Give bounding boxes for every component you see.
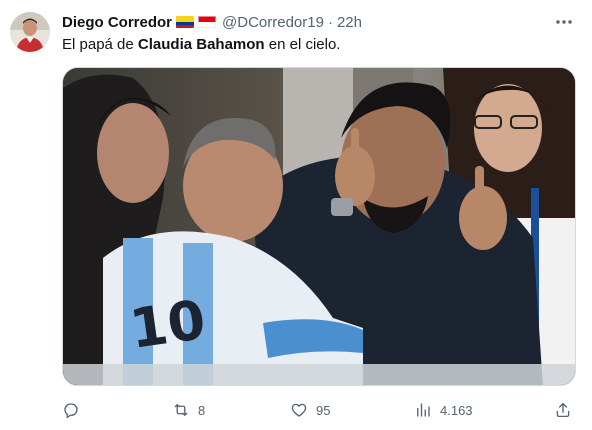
tweet-text-end: en el cielo. bbox=[264, 36, 341, 53]
action-bar: 8 95 4.163 bbox=[62, 398, 576, 422]
photo-football-fans-in-stands: 10 bbox=[63, 68, 575, 385]
retweet-count: 8 bbox=[198, 402, 206, 418]
author-handle[interactable]: @DCorredor19 bbox=[222, 14, 324, 31]
more-options-button[interactable] bbox=[554, 12, 574, 32]
views-icon bbox=[417, 403, 430, 417]
tweet-text-mention: Claudia Bahamon bbox=[137, 36, 265, 53]
like-count: 95 bbox=[316, 402, 331, 418]
tweet-photo[interactable]: 10 bbox=[62, 67, 576, 386]
more-dots-icon bbox=[556, 20, 572, 24]
retweet-button[interactable]: 8 bbox=[172, 398, 205, 422]
views-count: 4.163 bbox=[440, 402, 473, 418]
colombia-flag-icon bbox=[176, 16, 195, 28]
tweet-text-start: El papá de bbox=[62, 36, 138, 53]
avatar[interactable] bbox=[10, 12, 50, 52]
reply-button[interactable] bbox=[62, 398, 88, 422]
reply-icon bbox=[64, 403, 78, 419]
tweet-text: El papá de Claudia Bahamon en el cielo. bbox=[62, 35, 340, 55]
separator-dot: · bbox=[327, 13, 333, 31]
share-button[interactable] bbox=[554, 398, 572, 422]
views-button[interactable]: 4.163 bbox=[414, 398, 473, 422]
svg-text:10: 10 bbox=[126, 288, 209, 361]
timestamp[interactable]: 22h bbox=[337, 14, 362, 31]
tweet-header: Diego Corredor @DCorredor19 · 22h bbox=[62, 12, 362, 32]
indonesia-flag-icon bbox=[198, 16, 217, 28]
like-button[interactable]: 95 bbox=[290, 398, 330, 422]
share-icon bbox=[556, 402, 570, 418]
retweet-icon bbox=[174, 404, 188, 416]
tweet[interactable]: Diego Corredor @DCorredor19 · 22h El pap… bbox=[0, 0, 592, 430]
heart-icon bbox=[291, 403, 307, 417]
avatar-image bbox=[10, 12, 50, 52]
author-name[interactable]: Diego Corredor bbox=[62, 14, 172, 31]
